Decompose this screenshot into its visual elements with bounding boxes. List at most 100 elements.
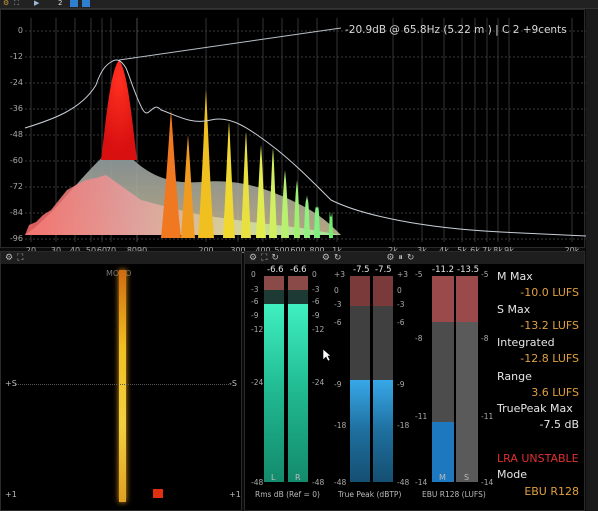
- rms-ch-l: L: [271, 473, 276, 482]
- rms-right-meter: [288, 276, 308, 482]
- meter-scale-tick: -48: [334, 478, 347, 487]
- meter-scale-tick: +3: [397, 270, 409, 279]
- balance-indicator: [153, 489, 163, 498]
- m-max-label: M Max: [497, 270, 533, 283]
- meter-scale-tick: +3: [334, 270, 346, 279]
- y-tick-label: -12: [9, 52, 23, 61]
- settings-icon[interactable]: ⚙: [3, 0, 9, 7]
- meter-scale-tick: 0: [334, 286, 339, 295]
- plus-s-tick: +S: [5, 379, 17, 388]
- meter-scale-tick: -3: [251, 285, 259, 294]
- meter-scale-tick: -8: [415, 334, 423, 343]
- levels-toolbar: ⚙ ⛶ ↻ ⚙ ↻ ⚙ ⏸ ↻: [245, 252, 584, 264]
- y-tick-label: -72: [9, 182, 23, 191]
- mono-trace: [119, 270, 126, 502]
- reset-icon[interactable]: ↻: [334, 253, 342, 263]
- meter-scale-tick: -6: [334, 318, 342, 327]
- meter-scale-tick: -24: [251, 378, 264, 387]
- meter-scale-tick: -48: [397, 478, 410, 487]
- ebu-left-value: -11.2: [432, 265, 454, 275]
- play-icon[interactable]: ▶: [34, 0, 39, 7]
- meter-scale-tick: -6: [251, 297, 259, 306]
- settings-icon[interactable]: ⚙: [322, 253, 330, 263]
- reset-icon[interactable]: ↻: [407, 253, 415, 263]
- meter-scale-tick: -6: [312, 297, 320, 306]
- meter-scale-tick: -5: [481, 270, 489, 279]
- harmonic-peak: [198, 90, 214, 238]
- right-edge-strip: [586, 9, 598, 511]
- meter-scale-tick: -18: [334, 421, 347, 430]
- meter-scale-tick: -48: [251, 478, 264, 487]
- y-tick-label: -36: [9, 104, 23, 113]
- meter-scale-tick: -3: [397, 300, 405, 309]
- minus-s-tick: -S: [229, 379, 237, 388]
- bottom-right-tick: +1: [229, 490, 241, 499]
- s-max-value: -13.2 LUFS: [520, 319, 579, 332]
- reset-icon[interactable]: ↻: [271, 253, 279, 263]
- settings-icon[interactable]: ⚙: [249, 253, 257, 263]
- y-tick-label: -60: [9, 156, 23, 165]
- mode-value[interactable]: EBU R128: [487, 485, 579, 498]
- meter-scale-tick: -11: [415, 412, 428, 421]
- rms-left-meter: [264, 276, 284, 482]
- lra-warning: LRA UNSTABLE: [497, 452, 579, 465]
- fundamental-peak: [101, 60, 137, 160]
- rms-ch-r: R: [295, 473, 301, 482]
- y-tick-label: 0: [17, 26, 23, 35]
- harmonic-peak: [161, 110, 181, 238]
- harmonic-peak: [223, 122, 235, 238]
- channel-1-button[interactable]: [70, 0, 78, 7]
- tp-left-meter: [350, 276, 370, 482]
- settings-icon[interactable]: ⚙: [5, 253, 13, 263]
- expand-icon[interactable]: ⛶: [14, 0, 19, 7]
- ebu-ch-m: M: [439, 473, 446, 482]
- meter-scale-tick: -18: [397, 421, 410, 430]
- harmonic-peak: [329, 211, 333, 238]
- expand-icon[interactable]: ⛶: [17, 253, 23, 263]
- meter-scale-tick: -9: [312, 311, 320, 320]
- meter-scale-tick: -9: [251, 311, 259, 320]
- goniometer-panel: ⚙⛶ MONO +S -S +1 +1: [0, 251, 242, 511]
- meter-scale-tick: -48: [312, 478, 325, 487]
- ebu-right-value: -13.5: [457, 265, 479, 275]
- y-tick-label: -96: [9, 234, 23, 243]
- ebu-ch-s: S: [464, 473, 470, 482]
- tp-right-value: -7.5: [375, 265, 392, 275]
- y-tick-label: -48: [9, 130, 23, 139]
- spectrum-plot: [24, 18, 586, 242]
- s-max-label: S Max: [497, 303, 531, 316]
- pause-icon[interactable]: ⏸: [398, 253, 403, 263]
- mouse-cursor-icon: [322, 348, 332, 362]
- range-value: 3.6 LUFS: [531, 386, 579, 399]
- ebu-s-meter: [456, 276, 478, 482]
- center-line: [15, 384, 231, 385]
- ebu-title: EBU R128 (LUFS): [422, 490, 486, 499]
- channel-2-button[interactable]: [82, 0, 90, 7]
- counter: 2: [58, 0, 63, 7]
- rms-title: Rms dB (Ref = 0): [255, 490, 320, 499]
- meter-scale-tick: -24: [312, 378, 325, 387]
- mode-label: Mode: [497, 468, 527, 481]
- tp-left-value: -7.5: [353, 265, 370, 275]
- rms-right-value: -6.6: [290, 265, 307, 275]
- meter-scale-tick: 0: [312, 270, 317, 279]
- range-label: Range: [497, 370, 532, 383]
- settings-icon[interactable]: ⚙: [386, 253, 394, 263]
- rms-left-value: -6.6: [267, 265, 284, 275]
- truepeak-label: TruePeak Max: [497, 402, 573, 415]
- integrated-value: -12.8 LUFS: [520, 352, 579, 365]
- expand-icon[interactable]: ⛶: [261, 253, 267, 263]
- spectrum-analyzer[interactable]: 0-12-24-36-48-60-72-84-96 20304050607080…: [0, 9, 586, 255]
- meter-scale-tick: -12: [251, 325, 264, 334]
- meter-scale-tick: 0: [251, 270, 256, 279]
- meter-scale-tick: -9: [334, 380, 342, 389]
- top-toolbar: ⚙ ⛶ ▶ 2: [0, 0, 598, 9]
- tp-right-meter: [373, 276, 393, 482]
- meter-scale-tick: 0: [397, 286, 402, 295]
- frequency-readout: -20.9dB @ 65.8Hz (5.22 m ) | C 2 +9cents: [345, 24, 567, 36]
- meter-scale-tick: -3: [334, 300, 342, 309]
- truepeak-value: -7.5 dB: [539, 418, 580, 431]
- meter-scale-tick: -3: [312, 285, 320, 294]
- integrated-label: Integrated: [497, 336, 555, 349]
- bottom-left-tick: +1: [5, 490, 17, 499]
